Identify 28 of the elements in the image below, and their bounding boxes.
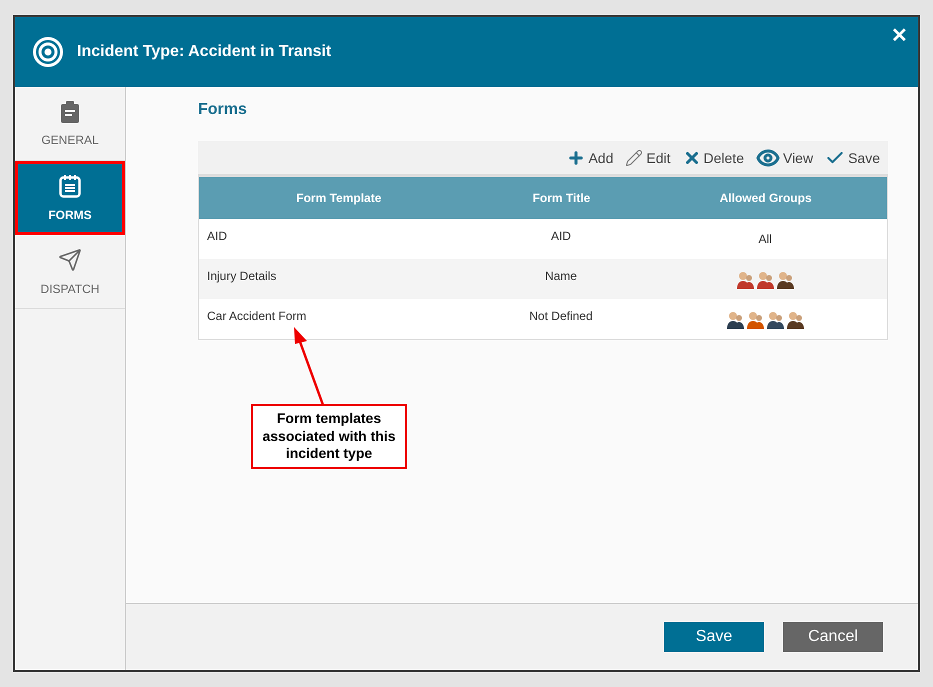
close-button[interactable]: ✕ bbox=[887, 21, 912, 50]
table-cell: AID bbox=[198, 219, 479, 259]
table-cell: All bbox=[644, 219, 888, 259]
pencil-icon bbox=[625, 148, 644, 166]
window-title: Incident Type: Accident in Transit bbox=[77, 43, 332, 61]
paper-plane-icon bbox=[58, 248, 82, 272]
toolbar-button[interactable]: Add bbox=[567, 148, 614, 166]
toolbar-button[interactable]: Delete bbox=[682, 148, 744, 166]
section-title: Forms bbox=[198, 101, 248, 119]
table-cell: Name bbox=[478, 259, 644, 299]
notepad-icon bbox=[59, 174, 81, 198]
column-header: Form Template bbox=[198, 176, 479, 219]
column-header: Allowed Groups bbox=[644, 176, 888, 219]
toolbar-button[interactable]: Save bbox=[825, 148, 880, 168]
table-cell: Not Defined bbox=[478, 299, 644, 339]
clipboard-icon bbox=[61, 100, 79, 122]
annotation-callout: Form templates associated with this incident type bbox=[251, 404, 407, 468]
target-icon bbox=[33, 37, 63, 67]
column-header: Form Title bbox=[478, 176, 644, 219]
cancel-button[interactable]: Cancel bbox=[783, 622, 883, 652]
toolbar-button[interactable]: View bbox=[756, 146, 814, 170]
plus-icon bbox=[567, 148, 586, 166]
sidebar-item[interactable]: FORMS bbox=[15, 161, 125, 235]
table-cell: Injury Details bbox=[198, 259, 479, 299]
table-cell: AID bbox=[478, 219, 644, 259]
table-cell: Car Accident Form bbox=[198, 299, 479, 339]
toolbar-button[interactable]: Edit bbox=[625, 148, 671, 166]
save-button[interactable]: Save bbox=[664, 622, 764, 652]
